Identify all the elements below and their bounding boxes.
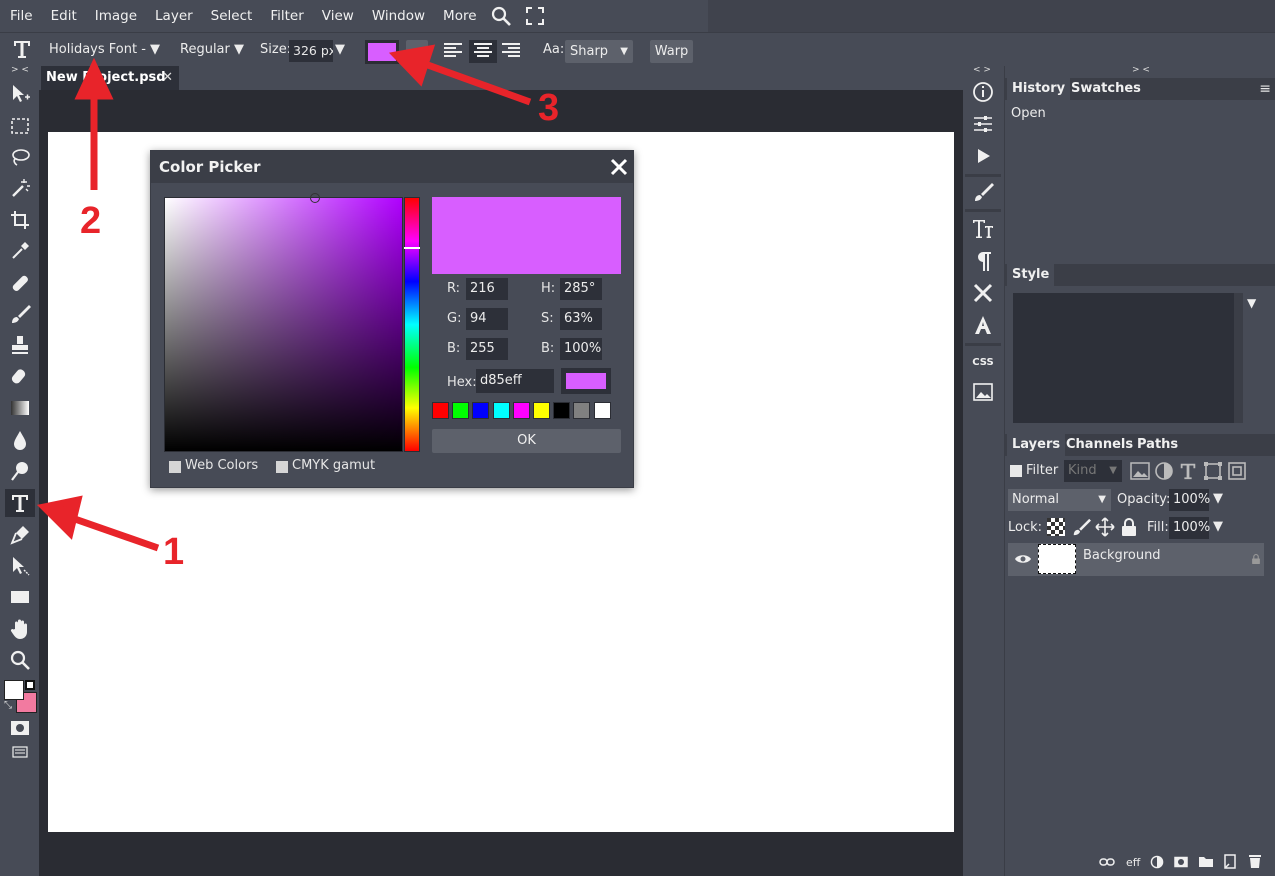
annotation-label-1: 1 (163, 531, 185, 573)
annotation-label-3: 3 (538, 87, 560, 129)
arrow-3 (388, 44, 532, 106)
arrow-1 (36, 495, 160, 552)
arrow-2 (74, 57, 114, 190)
annotation-label-2: 2 (80, 200, 102, 242)
annotation-arrows (36, 44, 532, 552)
